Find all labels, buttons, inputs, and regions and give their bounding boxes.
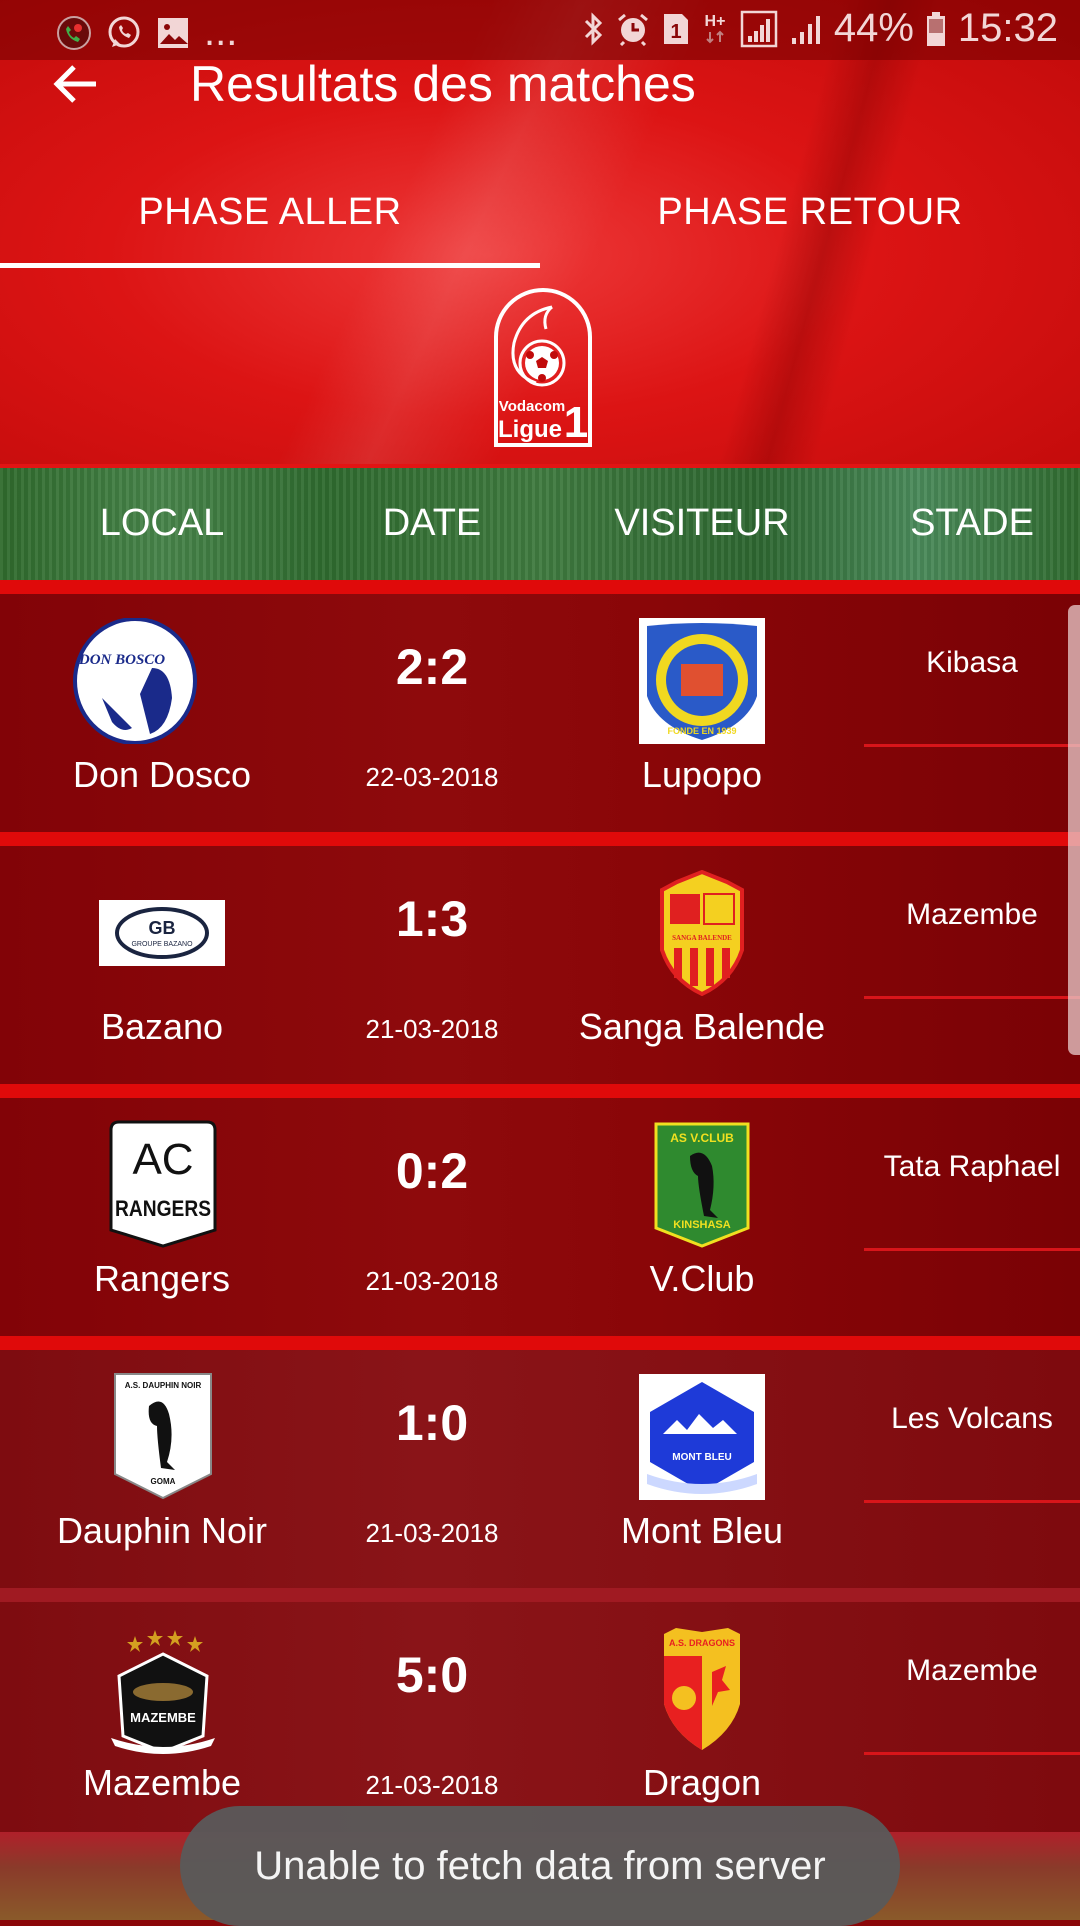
home-team-name: Rangers bbox=[93, 1258, 231, 1299]
toolbar: Resultats des matches bbox=[0, 52, 1080, 152]
row-separator bbox=[0, 1336, 1080, 1350]
row-separator bbox=[0, 580, 1080, 594]
match-date: 21-03-2018 bbox=[365, 1518, 499, 1548]
bazano-badge: GB GROUPE BAZANO bbox=[99, 900, 225, 966]
stadium-divider bbox=[864, 1248, 1080, 1251]
svg-text:RANGERS: RANGERS bbox=[115, 1196, 211, 1221]
stadium-name: Tata Raphael bbox=[883, 1150, 1061, 1183]
svg-text:SANGA BALENDE: SANGA BALENDE bbox=[672, 934, 732, 942]
svg-text:1: 1 bbox=[564, 398, 588, 447]
clock: 15:32 bbox=[957, 6, 1058, 50]
svg-text:AC: AC bbox=[132, 1135, 193, 1184]
svg-text:GOMA: GOMA bbox=[151, 1477, 176, 1486]
sim-1-icon: 1 bbox=[662, 12, 690, 46]
svg-text:1: 1 bbox=[670, 21, 681, 43]
stadium-name: Mazembe bbox=[906, 898, 1038, 931]
match-score: 5:0 bbox=[395, 1647, 469, 1703]
svg-text:H+: H+ bbox=[704, 13, 725, 30]
more-notifications-icon: ... bbox=[204, 10, 238, 54]
home-team-name: Mazembe bbox=[82, 1762, 242, 1803]
home-team-name: Bazano bbox=[100, 1006, 224, 1047]
match-row[interactable]: A.S. DAUPHIN NOIR GOMA Dauphin Noir 1:0 … bbox=[0, 1350, 1080, 1588]
header-local: LOCAL bbox=[99, 502, 225, 544]
match-date: 21-03-2018 bbox=[365, 1770, 499, 1800]
match-score: 1:3 bbox=[395, 891, 469, 947]
home-team-name: Dauphin Noir bbox=[56, 1510, 268, 1551]
whatsapp-icon bbox=[106, 15, 142, 51]
match-date: 21-03-2018 bbox=[365, 1266, 499, 1296]
match-row[interactable]: GB GROUPE BAZANO Bazano 1:3 21-03-2018 S… bbox=[0, 846, 1080, 1084]
status-bar: ... 1 H+ 44% 15:32 bbox=[0, 0, 1080, 60]
league-logo: Vodacom Ligue 1 bbox=[494, 288, 592, 447]
dauphin-noir-badge: A.S. DAUPHIN NOIR GOMA bbox=[114, 1373, 212, 1500]
match-row[interactable]: DON BOSCO Don Dosco 2:2 22-03-2018 FONDE… bbox=[0, 594, 1080, 832]
call-recorder-icon bbox=[56, 15, 92, 51]
battery-icon bbox=[926, 11, 946, 47]
tab-phase-aller[interactable]: PHASE ALLER bbox=[0, 170, 540, 274]
stadium-divider bbox=[864, 1752, 1080, 1755]
gallery-icon bbox=[156, 16, 190, 50]
error-toast: Unable to fetch data from server bbox=[180, 1806, 900, 1926]
signal-sim1-icon bbox=[740, 10, 778, 48]
arrow-left-icon bbox=[53, 65, 96, 103]
match-row[interactable]: MAZEMBE Mazembe 5:0 21-03-2018 A.S. DRAG… bbox=[0, 1602, 1080, 1840]
stadium-divider bbox=[864, 996, 1080, 999]
stadium-name: Kibasa bbox=[926, 646, 1018, 679]
scrollbar-thumb[interactable] bbox=[1068, 605, 1080, 1055]
svg-text:Ligue: Ligue bbox=[498, 416, 562, 443]
row-separator bbox=[0, 832, 1080, 846]
match-score: 1:0 bbox=[395, 1395, 469, 1451]
dragons-badge: A.S. DRAGONS bbox=[664, 1628, 740, 1750]
signal-sim2-icon bbox=[790, 10, 822, 48]
svg-text:FONDE EN 1939: FONDE EN 1939 bbox=[667, 726, 736, 736]
table-header: LOCAL DATE VISITEUR STADE bbox=[0, 464, 1080, 584]
svg-text:A.S. DRAGONS: A.S. DRAGONS bbox=[669, 1638, 735, 1648]
stadium-divider bbox=[864, 1500, 1080, 1503]
hplus-data-icon: H+ bbox=[702, 10, 728, 48]
away-team-name: V.Club bbox=[649, 1258, 755, 1299]
home-team-name: Don Dosco bbox=[72, 754, 252, 795]
svg-text:Vodacom: Vodacom bbox=[499, 398, 565, 415]
vclub-badge: AS V.CLUB KINSHASA bbox=[654, 1122, 750, 1248]
page-title: Resultats des matches bbox=[190, 56, 696, 112]
rangers-badge: AC RANGERS bbox=[109, 1120, 217, 1248]
match-score: 2:2 bbox=[395, 639, 469, 695]
lupopo-badge: FONDE EN 1939 bbox=[639, 618, 765, 744]
phase-tabs: PHASE ALLER PHASE RETOUR bbox=[0, 170, 1080, 274]
match-score: 0:2 bbox=[395, 1143, 469, 1199]
sanga-balende-badge: SANGA BALENDE bbox=[660, 870, 744, 996]
row-separator bbox=[0, 1084, 1080, 1098]
alarm-icon bbox=[616, 12, 650, 46]
svg-text:KINSHASA: KINSHASA bbox=[673, 1219, 731, 1231]
mont-bleu-badge: MONT BLEU bbox=[639, 1374, 765, 1500]
svg-text:MONT BLEU: MONT BLEU bbox=[672, 1452, 731, 1463]
bluetooth-icon bbox=[582, 11, 604, 46]
svg-text:MAZEMBE: MAZEMBE bbox=[130, 1710, 196, 1725]
svg-text:A.S. DAUPHIN NOIR: A.S. DAUPHIN NOIR bbox=[125, 1381, 202, 1390]
row-separator bbox=[0, 1588, 1080, 1602]
header-stade: STADE bbox=[910, 502, 1034, 544]
don-bosco-badge: DON BOSCO bbox=[73, 618, 197, 744]
mazembe-badge: MAZEMBE bbox=[111, 1630, 215, 1754]
away-team-name: Sanga Balende bbox=[578, 1006, 826, 1047]
match-row[interactable]: AC RANGERS Rangers 0:2 21-03-2018 AS V.C… bbox=[0, 1098, 1080, 1336]
battery-percent: 44% bbox=[833, 6, 914, 50]
stadium-name: Les Volcans bbox=[891, 1402, 1053, 1435]
back-button[interactable] bbox=[44, 52, 108, 116]
header-date: DATE bbox=[382, 502, 482, 544]
stadium-divider bbox=[864, 744, 1080, 747]
svg-text:AS V.CLUB: AS V.CLUB bbox=[670, 1131, 734, 1145]
away-team-name: Lupopo bbox=[641, 754, 763, 795]
match-date: 21-03-2018 bbox=[365, 1014, 499, 1044]
stadium-name: Mazembe bbox=[906, 1654, 1038, 1687]
away-team-name: Mont Bleu bbox=[620, 1510, 784, 1551]
tab-phase-retour[interactable]: PHASE RETOUR bbox=[540, 170, 1080, 274]
svg-text:DON BOSCO: DON BOSCO bbox=[78, 652, 165, 668]
away-team-name: Dragon bbox=[642, 1762, 762, 1803]
toast-message: Unable to fetch data from server bbox=[254, 1843, 826, 1888]
header-visiteur: VISITEUR bbox=[614, 502, 790, 544]
svg-text:GROUPE BAZANO: GROUPE BAZANO bbox=[131, 941, 193, 948]
svg-text:GB: GB bbox=[149, 918, 176, 938]
match-date: 22-03-2018 bbox=[365, 762, 499, 792]
